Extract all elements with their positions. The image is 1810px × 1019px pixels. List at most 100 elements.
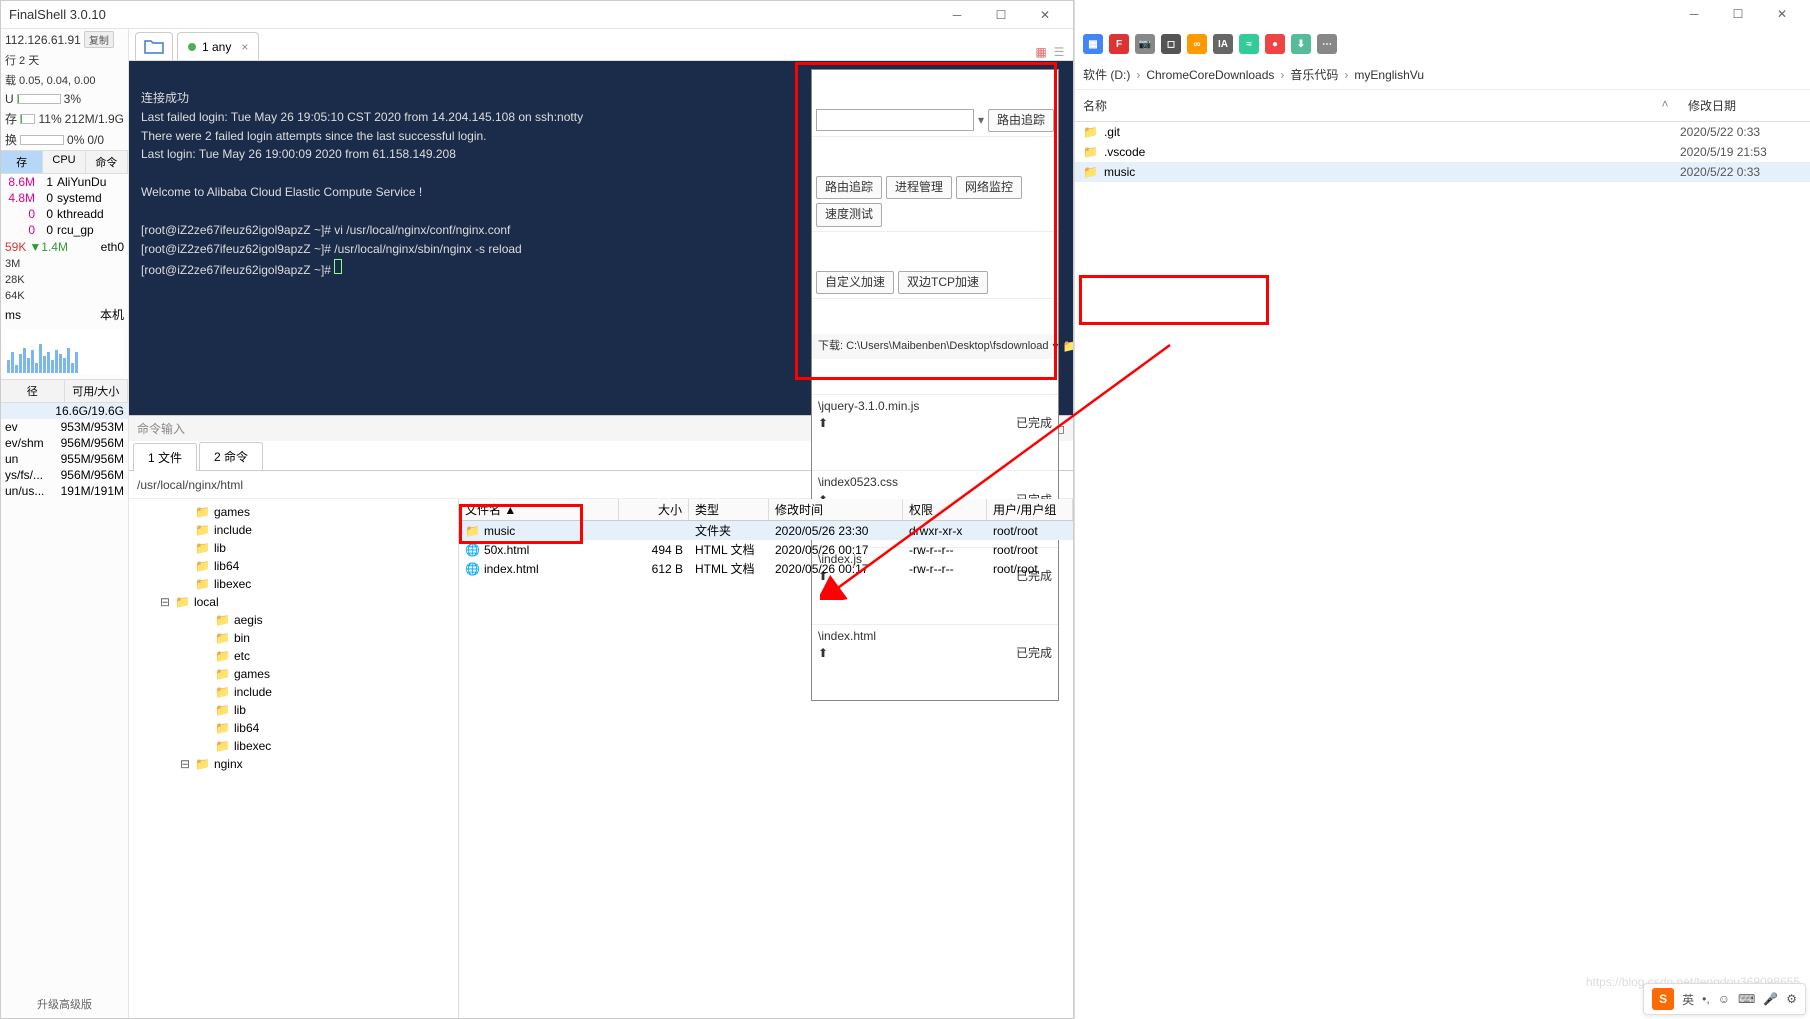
copy-button[interactable]: 复制 [84, 31, 114, 48]
open-folder-button[interactable] [135, 32, 173, 60]
load-avg: 载 0.05, 0.04, 0.00 [1, 70, 128, 90]
tree-label: lib64 [234, 721, 259, 735]
ms-label: ms [5, 308, 21, 322]
col-perm[interactable]: 权限 [903, 499, 987, 520]
tree-node[interactable]: 📁games [129, 503, 458, 521]
ext-icon[interactable]: ● [1265, 34, 1285, 54]
ext-icon[interactable]: ∞ [1187, 34, 1207, 54]
tree-node[interactable]: 📁etc [129, 647, 458, 665]
proc-mgr-button[interactable]: 进程管理 [886, 176, 952, 199]
tree-node[interactable]: 📁include [129, 521, 458, 539]
maximize-button[interactable]: ☐ [1718, 2, 1758, 26]
dl-item[interactable]: \jquery-3.1.0.min.js⬆已完成 [812, 394, 1058, 436]
remote-path[interactable]: /usr/local/nginx/html [137, 478, 923, 492]
cpu-pct: 3% [64, 92, 81, 106]
file-row[interactable]: 🌐50x.html494 BHTML 文档2020/05/26 00:17-rw… [459, 540, 1073, 559]
keyboard-icon[interactable]: ⌨ [1738, 992, 1755, 1006]
tab-cmd[interactable]: 2 命令 [199, 442, 263, 470]
net-monitor-button[interactable]: 网络监控 [956, 176, 1022, 199]
tcp-accel-button[interactable]: 双边TCP加速 [898, 271, 988, 294]
tree-node[interactable]: ⊟📁local [129, 593, 458, 611]
col-size[interactable]: 大小 [619, 499, 689, 520]
speed-test-button[interactable]: 速度测试 [816, 203, 882, 226]
expand-icon[interactable]: ⊟ [159, 595, 171, 609]
folder-icon: 📁 [215, 631, 230, 645]
close-button[interactable]: ✕ [1025, 3, 1065, 27]
close-button[interactable]: ✕ [1762, 2, 1802, 26]
ext-icon[interactable]: 📷 [1135, 34, 1155, 54]
col-date[interactable]: 修改日期 [1680, 94, 1810, 117]
dropdown-icon[interactable]: ▾ [978, 112, 984, 129]
folder-icon: 📁 [195, 559, 210, 573]
ext-icon[interactable]: ▦ [1083, 34, 1103, 54]
tab-cmd[interactable]: 命令 [86, 151, 128, 173]
minimize-button[interactable]: ─ [1674, 2, 1714, 26]
ext-icon[interactable]: F [1109, 34, 1129, 54]
sort-icon[interactable]: ˄ [1650, 94, 1680, 117]
tree-node[interactable]: 📁lib64 [129, 557, 458, 575]
menu-icon[interactable]: ☰ [1051, 44, 1067, 60]
ext-icon[interactable]: ⋯ [1317, 34, 1337, 54]
terminal[interactable]: 连接成功 Last failed login: Tue May 26 19:05… [129, 61, 1073, 415]
tab-mem[interactable]: 存 [1, 151, 43, 173]
process-table: 8.6M1AliYunDu 4.8M0systemd 00kthreadd 00… [1, 174, 128, 238]
trace-input[interactable] [816, 109, 974, 131]
folder-icon: 📁 [1083, 145, 1098, 159]
tree-node[interactable]: 📁games [129, 665, 458, 683]
tree-node[interactable]: 📁lib64 [129, 719, 458, 737]
tab-cpu[interactable]: CPU [43, 151, 85, 173]
explorer-row[interactable]: 📁music2020/5/22 0:33 [1075, 162, 1810, 182]
tab-files[interactable]: 1 文件 [133, 443, 197, 471]
tree-node[interactable]: ⊟📁nginx [129, 755, 458, 773]
maximize-button[interactable]: ☐ [981, 3, 1021, 27]
upgrade-link[interactable]: 升级高级版 [1, 990, 128, 1018]
route-trace-button[interactable]: 路由追踪 [816, 176, 882, 199]
minimize-button[interactable]: ─ [937, 3, 977, 27]
ext-icon[interactable]: ≈ [1239, 34, 1259, 54]
breadcrumb-item[interactable]: 音乐代码 [1290, 66, 1338, 83]
explorer-row[interactable]: 📁.git2020/5/22 0:33 [1075, 122, 1810, 142]
net-up: 59K [5, 240, 26, 254]
close-tab-icon[interactable]: × [241, 40, 248, 54]
file-row[interactable]: 🌐index.html612 BHTML 文档2020/05/26 00:17-… [459, 559, 1073, 578]
tree-node[interactable]: 📁lib [129, 701, 458, 719]
tree-pane[interactable]: 📁games📁include📁lib📁lib64📁libexec⊟📁local📁… [129, 499, 459, 1018]
tree-node[interactable]: 📁bin [129, 629, 458, 647]
ime-lang[interactable]: 英 [1682, 991, 1694, 1008]
tree-node[interactable]: 📁lib [129, 539, 458, 557]
cmd-input[interactable]: 命令输入 [129, 420, 847, 437]
chevron-down-icon[interactable]: ▾ [1053, 338, 1059, 355]
grid-view-icon[interactable]: ▦ [1033, 44, 1049, 60]
custom-accel-button[interactable]: 自定义加速 [816, 271, 894, 294]
punct-icon[interactable]: •, [1702, 992, 1710, 1006]
breadcrumb-item[interactable]: myEnglishVu [1354, 68, 1424, 82]
tree-node[interactable]: 📁libexec [129, 737, 458, 755]
file-row[interactable]: 📁music文件夹2020/05/26 23:30drwxr-xr-xroot/… [459, 521, 1073, 540]
col-owner[interactable]: 用户/用户组 [987, 499, 1073, 520]
breadcrumb-item[interactable]: ChromeCoreDownloads [1146, 68, 1274, 82]
ext-icon[interactable]: IA [1213, 34, 1233, 54]
col-name[interactable]: 名称 [1075, 94, 1650, 117]
expand-icon[interactable]: ⊟ [179, 757, 191, 771]
col-mtime[interactable]: 修改时间 [769, 499, 903, 520]
emoji-icon[interactable]: ☺ [1718, 992, 1730, 1006]
trace-button[interactable]: 路由追踪 [988, 109, 1054, 132]
folder-icon: 📁 [1083, 125, 1098, 139]
col-type[interactable]: 类型 [689, 499, 769, 520]
ext-icon[interactable]: ⬇ [1291, 34, 1311, 54]
tree-node[interactable]: 📁include [129, 683, 458, 701]
sogou-icon[interactable]: S [1652, 988, 1674, 1010]
session-tab-any[interactable]: 1 any × [177, 32, 259, 60]
file-name: music [1104, 165, 1135, 179]
status-dot-icon [188, 43, 196, 51]
mic-icon[interactable]: 🎤 [1763, 992, 1778, 1006]
ime-bar[interactable]: S 英 •, ☺ ⌨ 🎤 ⚙ [1643, 983, 1806, 1015]
tree-node[interactable]: 📁aegis [129, 611, 458, 629]
tree-node[interactable]: 📁libexec [129, 575, 458, 593]
col-name[interactable]: 文件名 ▲ [459, 499, 619, 520]
ext-icon[interactable]: ◻ [1161, 34, 1181, 54]
folder-icon[interactable]: 📁 [1063, 338, 1073, 355]
settings-icon[interactable]: ⚙ [1786, 992, 1797, 1006]
explorer-row[interactable]: 📁.vscode2020/5/19 21:53 [1075, 142, 1810, 162]
breadcrumb-item[interactable]: 软件 (D:) [1083, 66, 1130, 83]
